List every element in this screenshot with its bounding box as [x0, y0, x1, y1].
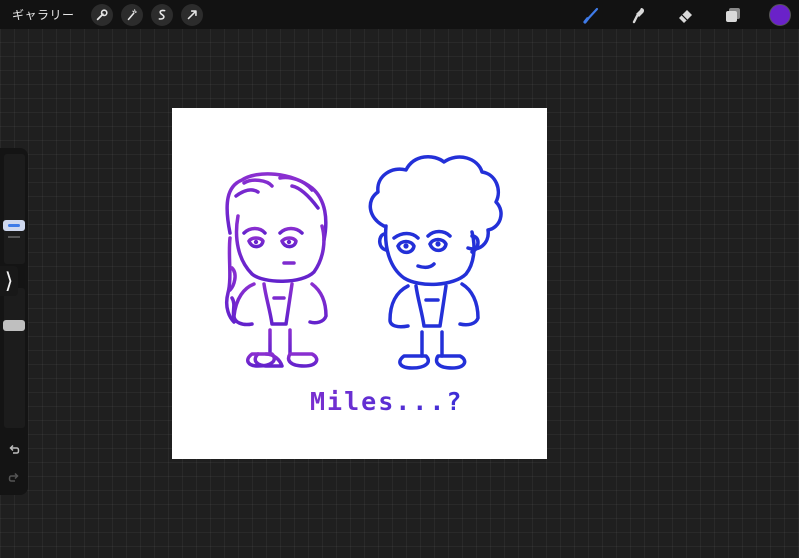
undo-icon	[9, 444, 20, 454]
eraser-tool-button[interactable]	[675, 4, 697, 26]
gallery-button[interactable]: ギャラリー	[12, 6, 75, 23]
redo-button[interactable]	[4, 468, 24, 488]
undo-button[interactable]	[4, 440, 24, 460]
canvas-caption: Miles...?	[310, 387, 464, 416]
selection-s-icon	[158, 9, 165, 20]
right-tools	[581, 0, 799, 29]
top-toolbar: ギャラリー	[0, 0, 799, 29]
transform-button[interactable]	[180, 3, 203, 26]
opacity-slider[interactable]	[3, 320, 25, 331]
brush-size-slider[interactable]	[3, 220, 25, 231]
actions-button[interactable]	[90, 3, 113, 26]
slider-divider	[8, 236, 20, 238]
adjustments-button[interactable]	[120, 3, 143, 26]
left-character-sketch	[224, 172, 328, 368]
wrench-icon	[96, 8, 108, 20]
layers-icon	[726, 7, 740, 22]
redo-icon	[8, 472, 19, 482]
eraser-icon	[679, 9, 692, 23]
smudge-tool-button[interactable]	[628, 4, 650, 26]
selection-button[interactable]	[150, 3, 173, 26]
brush-size-track	[4, 154, 25, 264]
magic-wand-icon	[127, 8, 137, 20]
transform-arrow-icon	[187, 9, 197, 19]
drawing-canvas[interactable]: Miles...?	[172, 108, 547, 459]
opacity-track	[4, 288, 25, 428]
brush-icon	[583, 7, 599, 24]
right-character-sketch	[368, 155, 503, 370]
modify-button[interactable]: ⟩	[0, 266, 18, 296]
layers-button[interactable]	[722, 4, 744, 26]
color-picker-button[interactable]	[769, 3, 791, 26]
smudge-icon	[632, 7, 645, 23]
left-sidebar	[0, 148, 28, 495]
brush-tool-button[interactable]	[581, 4, 603, 26]
